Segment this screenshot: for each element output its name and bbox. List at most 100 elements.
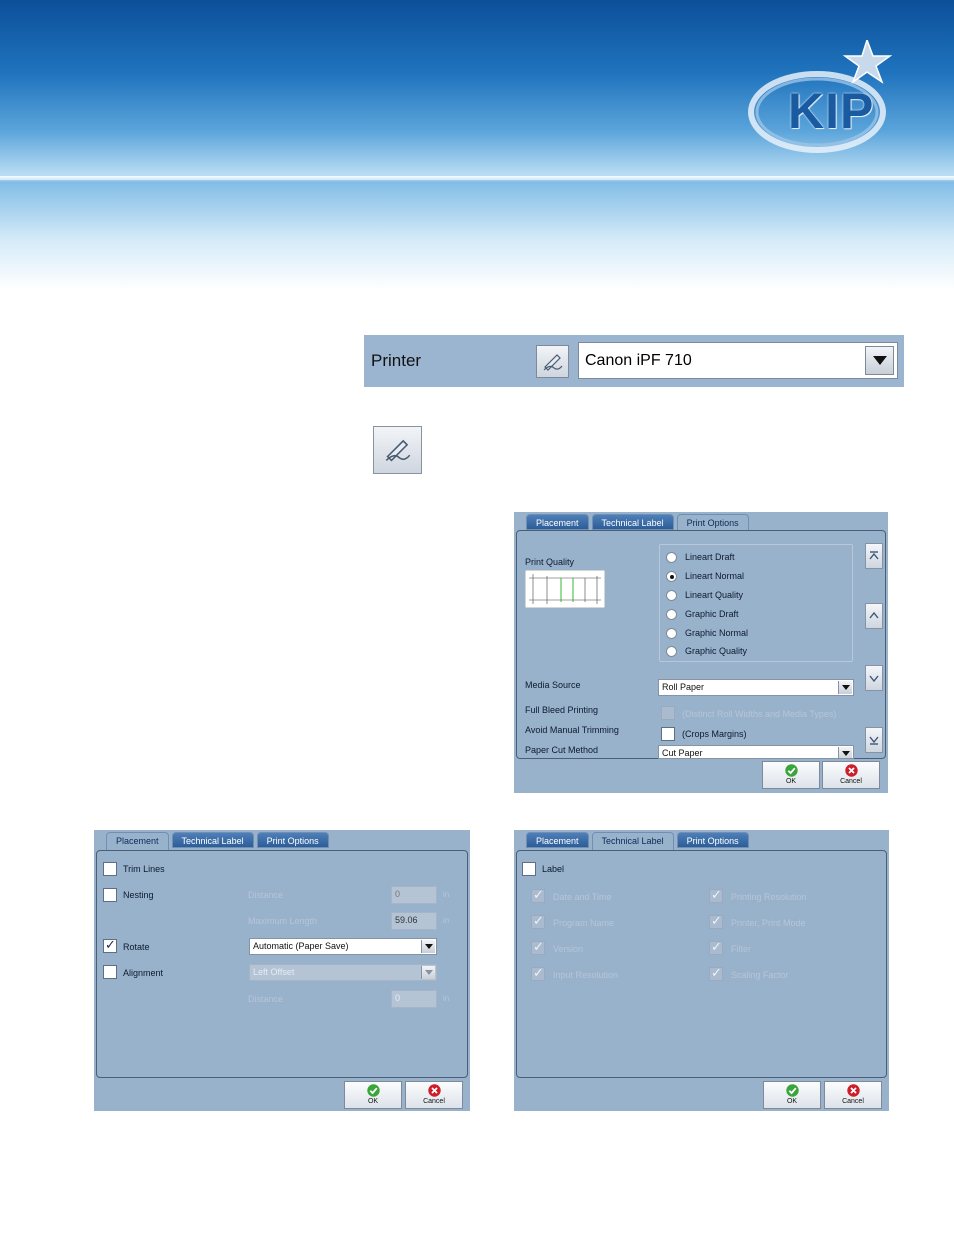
right-item-label: Scaling Factor — [731, 970, 789, 980]
alignment-select[interactable]: Left Offset — [249, 964, 437, 981]
printing-resolution-checkbox[interactable]: ✓ — [709, 887, 723, 903]
chevron-down-icon[interactable] — [838, 681, 852, 694]
ok-label: OK — [786, 1098, 798, 1105]
input-resolution-checkbox[interactable]: ✓ — [531, 965, 545, 981]
checkmark-icon: ✓ — [533, 965, 544, 980]
rotate-label: Rotate — [123, 942, 150, 952]
ok-button[interactable]: OK — [762, 761, 820, 789]
scroll-bottom-button[interactable] — [865, 727, 883, 753]
radio-lineart-quality[interactable] — [666, 590, 677, 601]
printer-select[interactable]: Canon iPF 710 — [578, 342, 898, 379]
technical-label-dialog: Placement Technical Label Print Options … — [514, 830, 889, 1111]
print-quality-label: Print Quality — [525, 557, 575, 567]
quality-option-label: Graphic Normal — [685, 628, 749, 638]
banner-glow — [0, 180, 954, 290]
distance-label: Distance — [248, 890, 284, 900]
cancel-button[interactable]: Cancel — [405, 1081, 463, 1109]
full-bleed-checkbox[interactable] — [661, 706, 675, 720]
paper-cut-value: Cut Paper — [662, 748, 703, 758]
label-checkbox[interactable] — [522, 862, 536, 876]
cancel-circle-icon — [427, 1084, 441, 1097]
avoid-trim-label: Avoid Manual Trimming — [525, 725, 619, 735]
chevron-down-icon[interactable] — [421, 966, 435, 979]
tab-print-options[interactable]: Print Options — [676, 832, 749, 848]
check-circle-icon — [785, 1084, 799, 1097]
ok-label: OK — [785, 778, 797, 785]
left-item-label: Version — [553, 944, 584, 954]
tab-bar: Placement Technical Label Print Options — [106, 832, 329, 850]
media-source-label: Media Source — [525, 680, 581, 690]
large-edit-button[interactable] — [373, 426, 422, 474]
ok-label: OK — [367, 1098, 379, 1105]
printer-bar: Printer Canon iPF 710 — [364, 335, 904, 387]
paper-cut-select[interactable]: Cut Paper — [658, 745, 854, 759]
tab-print-options[interactable]: Print Options — [256, 832, 329, 848]
full-bleed-note: (Distinct Roll Widths and Media Types) — [682, 709, 837, 719]
cancel-label: Cancel — [842, 1098, 864, 1105]
left-item-label: Program Name — [553, 918, 615, 928]
cancel-button[interactable]: Cancel — [824, 1081, 882, 1109]
distance-input[interactable]: 0 — [391, 886, 437, 904]
banner-stripe — [0, 176, 954, 182]
printer-mode-checkbox[interactable]: ✓ — [709, 913, 723, 929]
tab-technical-label[interactable]: Technical Label — [591, 514, 674, 530]
radio-lineart-draft[interactable] — [666, 552, 677, 563]
placement-dialog: Placement Technical Label Print Options … — [94, 830, 470, 1111]
media-source-select[interactable]: Roll Paper — [658, 679, 854, 696]
cancel-button[interactable]: Cancel — [822, 761, 880, 789]
tab-placement[interactable]: Placement — [106, 832, 169, 850]
quality-option-label: Graphic Quality — [685, 646, 748, 656]
scroll-top-button[interactable] — [865, 543, 883, 569]
rotate-value: Automatic (Paper Save) — [253, 941, 349, 951]
scaling-factor-checkbox[interactable]: ✓ — [709, 965, 723, 981]
ok-button[interactable]: OK — [344, 1081, 402, 1109]
filter-checkbox[interactable]: ✓ — [709, 939, 723, 955]
align-distance-input[interactable]: 0 — [391, 990, 437, 1008]
alignment-checkbox[interactable] — [103, 965, 117, 979]
tab-placement-label: Placement — [116, 836, 159, 846]
checkmark-icon: ✓ — [533, 913, 544, 928]
tab-technical-label-label: Technical Label — [601, 836, 664, 846]
checkmark-icon: ✓ — [533, 939, 544, 954]
technical-label-content: Label ✓ Date and Time ✓ Program Name ✓ V… — [516, 850, 887, 1078]
max-length-input[interactable]: 59.06 — [391, 912, 437, 930]
avoid-trim-note: (Crops Margins) — [682, 729, 747, 739]
printer-edit-button[interactable] — [536, 345, 569, 378]
tab-placement[interactable]: Placement — [526, 832, 589, 848]
right-item-label: Filter — [731, 944, 751, 954]
program-name-checkbox[interactable]: ✓ — [531, 913, 545, 929]
max-length-label: Maximum Length — [248, 916, 318, 926]
alignment-label: Alignment — [123, 968, 164, 978]
chevron-down-icon[interactable] — [421, 940, 435, 953]
nesting-checkbox[interactable] — [103, 888, 117, 902]
tab-technical-label[interactable]: Technical Label — [171, 832, 254, 848]
radio-graphic-quality[interactable] — [666, 646, 677, 657]
media-source-value: Roll Paper — [662, 682, 705, 692]
rotate-checkbox[interactable]: ✓ — [103, 937, 117, 953]
quality-options-group: Lineart Draft Lineart Normal Lineart Qua… — [659, 544, 853, 662]
chevron-down-icon[interactable] — [838, 747, 852, 758]
print-quality-preview-icon — [525, 570, 605, 608]
scroll-down-button[interactable] — [865, 665, 883, 691]
align-distance-label: Distance — [248, 994, 284, 1004]
version-checkbox[interactable]: ✓ — [531, 939, 545, 955]
avoid-trim-checkbox[interactable] — [661, 727, 675, 741]
scroll-up-button[interactable] — [865, 603, 883, 629]
check-circle-icon — [784, 764, 798, 777]
ok-button[interactable]: OK — [763, 1081, 821, 1109]
checkmark-icon: ✓ — [533, 887, 544, 902]
radio-graphic-normal[interactable] — [666, 628, 677, 639]
date-time-checkbox[interactable]: ✓ — [531, 887, 545, 903]
tab-placement[interactable]: Placement — [526, 514, 589, 530]
header-banner: KIP — [0, 0, 954, 290]
quality-option-label: Graphic Draft — [685, 609, 739, 619]
check-circle-icon — [366, 1084, 380, 1097]
chevron-down-icon[interactable] — [865, 346, 894, 375]
tab-technical-label[interactable]: Technical Label — [591, 832, 674, 850]
radio-graphic-draft[interactable] — [666, 609, 677, 620]
max-length-unit: in — [443, 916, 450, 925]
trim-lines-checkbox[interactable] — [103, 862, 117, 876]
radio-lineart-normal[interactable] — [666, 571, 677, 582]
right-item-label: Printer, Print Mode — [731, 918, 806, 928]
rotate-select[interactable]: Automatic (Paper Save) — [249, 938, 437, 955]
